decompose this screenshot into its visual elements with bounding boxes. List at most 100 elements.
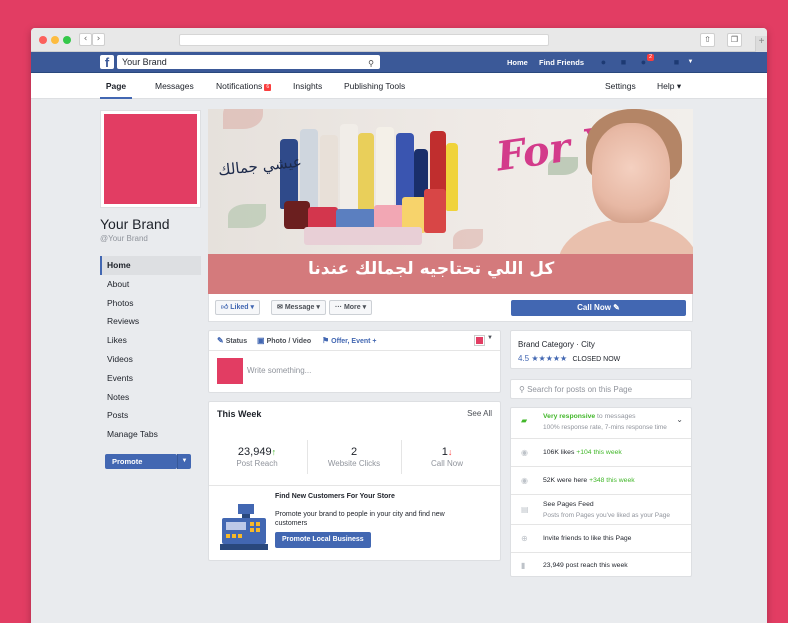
promote-button[interactable]: Promote [105,454,177,469]
notifications-icon[interactable]: ● 2 [638,54,654,67]
composer-tab-photo-video[interactable]: ▣ Photo / Video [257,331,311,352]
stat-post-reach[interactable]: 23,949↑ Post Reach [217,446,297,468]
home-link[interactable]: Home [507,52,528,73]
tab-insights[interactable]: Insights [293,73,322,99]
cover-photo[interactable]: عيشي جمالك For You كل اللي تحتاجيه لجمال… [208,109,693,294]
messages-icon[interactable]: ■ [618,57,629,67]
invite-friends-link[interactable]: Invite friends to like this Page [543,535,631,542]
new-tab-button[interactable]: + [755,36,767,52]
sidebar-item-home[interactable]: Home [100,256,201,275]
friend-requests-icon[interactable]: ● [598,57,609,67]
page-search-input[interactable]: ⚲ Search for posts on this Page [519,385,632,394]
page-search-box[interactable]: ⚲ Search for posts on this Page [510,379,692,399]
pages-feed-link[interactable]: See Pages Feed [543,501,594,508]
search-input[interactable]: Your Brand ⚲ [117,55,380,69]
privacy-shortcuts-icon[interactable]: ■ [671,57,682,67]
tab-settings[interactable]: Settings [605,73,636,99]
checkins-row[interactable]: ◉ 52K were here +348 this week [511,466,691,494]
sidebar-item-likes[interactable]: Likes [100,331,201,350]
tab-page[interactable]: Page [100,73,132,99]
page-handle[interactable]: @Your Brand [100,234,148,243]
post-reach-row[interactable]: ▮ 23,949 post reach this week [511,552,691,578]
minimize-window-button[interactable] [51,36,59,44]
brand-category[interactable]: Brand Category · City [518,340,595,349]
facebook-logo-icon[interactable]: f [100,55,114,69]
liked-button[interactable]: 👍︎ Liked ▾ [215,300,261,315]
page-title[interactable]: Your Brand [100,216,170,232]
find-customers-text: Promote your brand to people in your cit… [275,511,445,527]
sidebar-item-events[interactable]: Events [100,369,201,388]
tab-notifications[interactable]: Notifications 6 [216,73,272,99]
share-icon[interactable]: ⇧ [700,33,715,47]
chevron-down-icon[interactable]: ⌄ [676,415,683,424]
likes-row[interactable]: ◉ 106K likes +104 this week [511,438,691,466]
call-now-button[interactable]: Call Now ✎ [511,300,686,316]
sidebar-item-notes[interactable]: Notes [100,388,201,407]
tabs-icon[interactable]: ❐ [727,33,742,47]
product-image [424,189,446,233]
avatar [217,358,243,384]
responsiveness-row[interactable]: ▰ Very responsive to messages 100% respo… [511,408,691,438]
like-icon: 👍︎ [221,304,229,311]
responsive-suffix: to messages [595,413,636,420]
message-label: Message ▾ [284,304,320,311]
stat-call-now[interactable]: 1↓ Call Now [407,446,487,468]
search-icon[interactable]: ⚲ [368,57,374,71]
tab-help[interactable]: Help ▾ [657,73,681,99]
sidebar-item-posts[interactable]: Posts [100,406,201,425]
rating-row[interactable]: 4.5 ★★★★★ CLOSED NOW [518,354,620,363]
stat-label: Post Reach [236,459,278,468]
more-button[interactable]: ··· More ▾ [329,300,373,315]
composer-tabs: ✎ Status ▣ Photo / Video ⚑ Offer, Event + ▼ [209,331,500,351]
account-menu-icon[interactable]: ▼ [685,57,696,67]
offer-icon: ⚑ [322,336,330,345]
product-image [284,201,310,229]
chevron-down-icon[interactable]: ▼ [487,335,493,341]
address-bar[interactable] [179,34,549,46]
composer-tab-photo-video-label: Photo / Video [266,338,312,345]
product-image [340,124,358,210]
pages-feed-row[interactable]: ▤ See Pages Feed Posts from Pages you've… [511,494,691,524]
composer-tab-status-label: Status [225,338,248,345]
sidebar-item-videos[interactable]: Videos [100,350,201,369]
stat-value: 2 [350,446,358,458]
product-image [376,127,394,211]
sidebar-item-reviews[interactable]: Reviews [100,312,201,331]
promote-dropdown-icon[interactable]: ▼ [177,454,191,469]
composer-tab-offer-event-label: Offer, Event + [331,338,377,345]
sidebar-nav: Home About Photos Reviews Likes Videos E… [100,256,201,444]
message-button[interactable]: ✉ Message ▾ [271,300,326,315]
composer-tab-status[interactable]: ✎ Status [217,331,247,352]
maximize-window-button[interactable] [63,36,71,44]
sidebar-item-about[interactable]: About [100,275,201,294]
back-icon[interactable]: ‹ [79,33,92,46]
sidebar-item-manage-tabs[interactable]: Manage Tabs [100,425,201,444]
facebook-top-bar: f Your Brand ⚲ Home Find Friends ● ■ ● 2 … [31,52,767,73]
stat-label: Website Clicks [327,459,381,468]
stat-website-clicks[interactable]: 2 Website Clicks [314,446,394,468]
promote-local-business-button[interactable]: Promote Local Business [275,532,371,548]
see-all-link[interactable]: See All [467,409,492,418]
model-face [592,123,670,223]
likes-count: 106K likes [543,449,575,456]
feed-icon: ▤ [521,505,529,514]
page-search-placeholder: Search for posts on this Page [527,385,633,394]
arabic-tagline: كل اللي تحتاجيه لجمالك عندنا [308,259,555,279]
composer-tab-offer-event[interactable]: ⚑ Offer, Event + [322,331,377,352]
tab-publishing-tools[interactable]: Publishing Tools [344,73,405,99]
find-friends-link[interactable]: Find Friends [539,52,584,73]
this-week-title: This Week [217,409,262,419]
pencil-icon: ✎ [217,336,224,345]
profile-picture[interactable] [101,111,200,207]
forward-icon[interactable]: › [92,33,105,46]
invite-friends-row[interactable]: ⊕ Invite friends to like this Page [511,524,691,552]
page-nav: Page Messages Notifications 6 Insights Pu… [31,73,767,99]
tab-messages[interactable]: Messages [155,73,194,99]
product-image [320,135,338,211]
message-icon: ✉ [277,304,283,311]
sidebar-item-photos[interactable]: Photos [100,294,201,313]
color-picker-swatch[interactable] [475,336,484,345]
notifications-badge: 6 [264,84,272,91]
close-window-button[interactable] [39,36,47,44]
write-something-input[interactable]: Write something... [247,366,311,375]
